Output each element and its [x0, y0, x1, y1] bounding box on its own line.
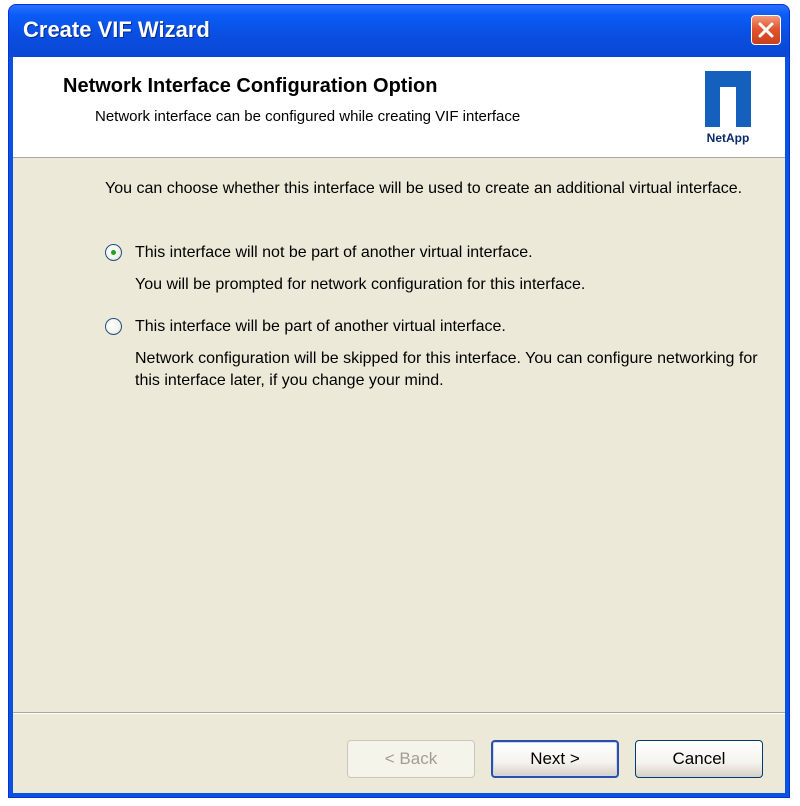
logo-text: NetApp: [706, 131, 750, 145]
intro-text: You can choose whether this interface wi…: [105, 180, 743, 197]
close-icon: [758, 22, 774, 38]
netapp-logo: NetApp: [693, 69, 763, 149]
title-bar[interactable]: Create VIF Wizard: [9, 5, 789, 57]
page-subtitle: Network interface can be configured whil…: [95, 108, 521, 125]
radio-part[interactable]: [105, 318, 122, 335]
option-description: You will be prompted for network configu…: [135, 276, 586, 293]
radio-not-part[interactable]: [105, 244, 122, 261]
window-title: Create VIF Wizard: [23, 17, 210, 42]
option-label[interactable]: This interface will not be part of anoth…: [135, 242, 755, 264]
close-button[interactable]: [751, 15, 781, 45]
option-label[interactable]: This interface will be part of another v…: [135, 316, 755, 338]
radio-selected-dot: [111, 250, 116, 255]
netapp-logo-icon: [705, 71, 751, 127]
next-button[interactable]: Next >: [491, 740, 619, 778]
wizard-body: Network Interface Configuration Option N…: [13, 57, 785, 793]
wizard-window: Create VIF Wizard Network Interface Conf…: [8, 4, 790, 798]
cancel-button[interactable]: Cancel: [635, 740, 763, 778]
back-button[interactable]: < Back: [347, 740, 475, 778]
footer-separator: [13, 712, 785, 714]
option-description: Network configuration will be skipped fo…: [135, 350, 758, 389]
page-title: Network Interface Configuration Option: [63, 75, 438, 97]
wizard-header: Network Interface Configuration Option N…: [13, 57, 785, 158]
